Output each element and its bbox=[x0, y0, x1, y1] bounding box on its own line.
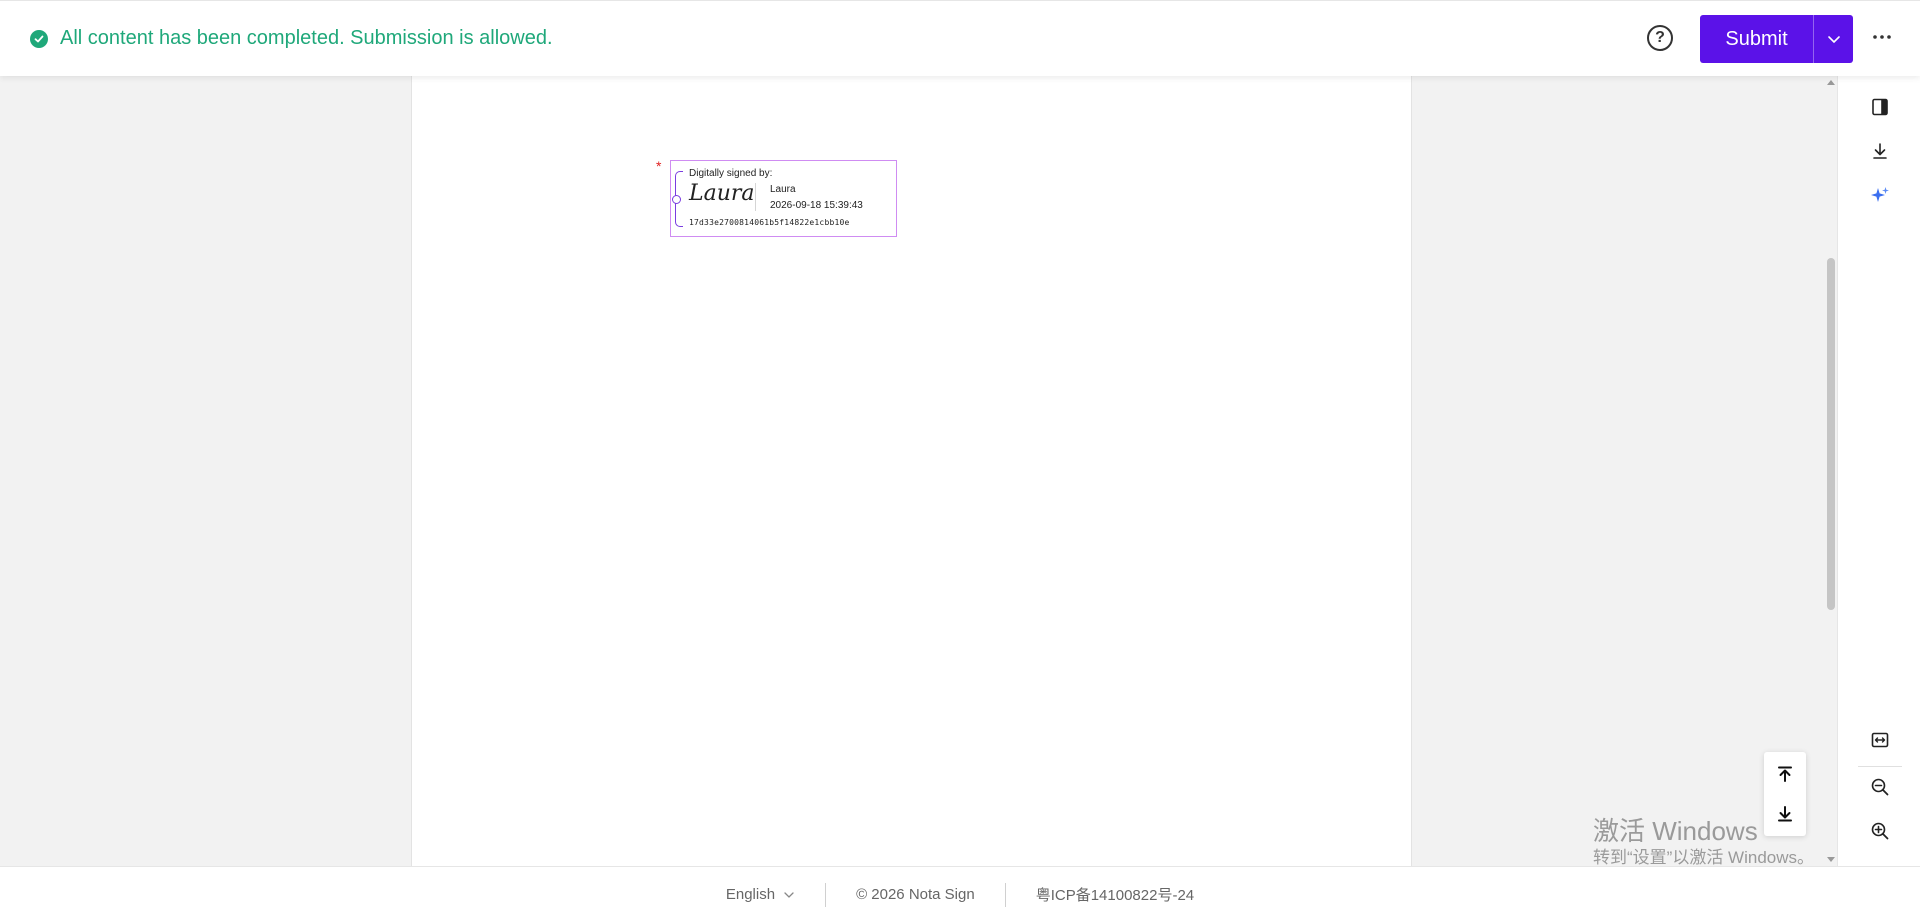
footer: English © 2026 Nota Sign 粤ICP备14100822号-… bbox=[0, 866, 1920, 922]
help-button[interactable]: ? bbox=[1647, 25, 1673, 51]
toolbar-divider bbox=[1858, 766, 1902, 767]
document-scrollbar[interactable] bbox=[1824, 76, 1838, 866]
language-selector[interactable]: English bbox=[696, 886, 825, 903]
toggle-panel-button[interactable] bbox=[1865, 92, 1895, 122]
submit-options-button[interactable] bbox=[1813, 15, 1853, 63]
signature-heading: Digitally signed by: bbox=[689, 168, 773, 179]
help-icon: ? bbox=[1655, 29, 1665, 46]
icp-record-link[interactable]: 粤ICP备14100822号-24 bbox=[1006, 884, 1224, 905]
more-options-button[interactable] bbox=[1870, 25, 1894, 49]
scroll-down-arrow-icon[interactable] bbox=[1827, 857, 1835, 862]
zoom-in-icon bbox=[1871, 822, 1889, 840]
download-button[interactable] bbox=[1865, 136, 1895, 166]
completion-status: All content has been completed. Submissi… bbox=[30, 27, 553, 50]
top-bar: All content has been completed. Submissi… bbox=[0, 0, 1920, 76]
right-toolbar bbox=[1837, 76, 1920, 866]
watermark-title: 激活 Windows bbox=[1593, 816, 1758, 846]
watermark-subtitle: 转到“设置”以激活 Windows。 bbox=[1593, 848, 1815, 867]
jump-to-top-icon bbox=[1778, 766, 1792, 782]
fit-width-button[interactable] bbox=[1865, 725, 1895, 755]
download-icon bbox=[1873, 143, 1887, 159]
signature-field[interactable]: Digitally signed by: Laura Laura 2026-09… bbox=[670, 160, 897, 237]
check-circle-icon bbox=[30, 29, 48, 48]
signature-script: Laura bbox=[689, 181, 755, 206]
chevron-down-icon bbox=[784, 891, 794, 898]
submit-button[interactable]: Submit bbox=[1700, 15, 1813, 63]
zoom-out-icon bbox=[1871, 778, 1889, 796]
language-label: English bbox=[725, 886, 776, 903]
required-marker: * bbox=[656, 158, 662, 174]
chevron-down-icon bbox=[1827, 36, 1840, 44]
signature-timestamp: 2026-09-18 15:39:43 bbox=[770, 200, 863, 211]
signature-hash: 17d33e2700814061b5f14822e1cbb10e bbox=[689, 218, 850, 227]
status-message: All content has been completed. Submissi… bbox=[60, 27, 553, 49]
side-panel-icon bbox=[1872, 98, 1888, 116]
copyright: © 2026 Nota Sign bbox=[856, 886, 975, 903]
ai-assistant-button[interactable] bbox=[1865, 181, 1895, 211]
signature-divider bbox=[755, 183, 756, 211]
more-horizontal-icon bbox=[1873, 35, 1891, 39]
submit-button-group: Submit bbox=[1700, 15, 1853, 63]
sparkle-icon bbox=[1871, 187, 1889, 202]
document-page[interactable] bbox=[411, 76, 1412, 866]
verified-check-icon bbox=[672, 195, 681, 204]
jump-to-top-button[interactable] bbox=[1773, 762, 1797, 786]
scroll-up-arrow-icon[interactable] bbox=[1827, 80, 1835, 85]
windows-activation-watermark: 激活 Windows 转到“设置”以激活 Windows。 bbox=[1593, 816, 1814, 870]
fit-width-icon bbox=[1871, 732, 1889, 748]
zoom-in-button[interactable] bbox=[1865, 816, 1895, 846]
scrollbar-thumb[interactable] bbox=[1827, 258, 1835, 610]
signer-name: Laura bbox=[770, 184, 796, 195]
zoom-out-button[interactable] bbox=[1865, 772, 1895, 802]
